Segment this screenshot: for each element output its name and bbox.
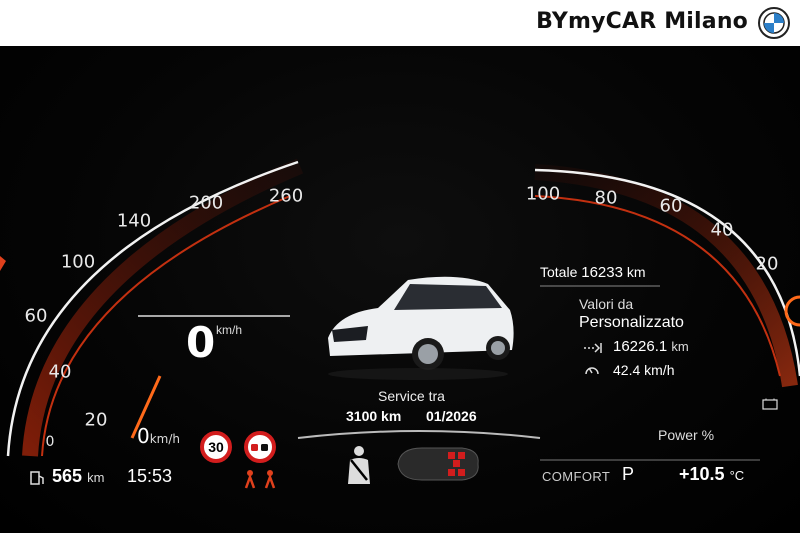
range-value: 565 xyxy=(52,466,83,486)
trip-distance-unit: km xyxy=(671,339,689,354)
range-readout: 565 km xyxy=(52,466,104,487)
values-from-label: Valori da xyxy=(579,296,634,312)
trip-distance-value: 16226.1 xyxy=(613,338,668,355)
power-label: Power % xyxy=(658,427,715,443)
speed-tick: 40 xyxy=(48,361,72,383)
speed-limit-sign: 30 xyxy=(200,431,232,463)
trip-distance-icon xyxy=(584,343,602,353)
dealer-name: BYmyCAR Milano xyxy=(536,9,748,34)
service-title: Service tra xyxy=(378,388,445,404)
trip-distance: 16226.1 km xyxy=(613,338,689,355)
car-topview-icon xyxy=(397,447,479,481)
average-speed: 42.4 km/h xyxy=(613,362,674,378)
speed-tick-zero: 0 xyxy=(45,434,55,450)
speed-readout: 0km/h xyxy=(137,424,180,448)
speed-tick: 100 xyxy=(60,251,96,273)
power-tick: 60 xyxy=(659,195,683,217)
speed-unit: km/h xyxy=(216,323,243,337)
odometer-label: Totale xyxy=(540,264,578,280)
top-banner: BYmyCAR Milano xyxy=(0,0,800,46)
power-tick: 80 xyxy=(594,187,618,209)
right-edge-marker xyxy=(784,295,800,327)
battery-icon xyxy=(762,398,778,410)
speed-tick: 260 xyxy=(268,185,304,207)
instrument-cluster: 20 40 60 100 140 200 260 0 0 km/h 0km/h … xyxy=(0,46,800,533)
bmw-roundel-icon xyxy=(758,7,790,39)
service-date: 01/2026 xyxy=(426,408,477,424)
average-speed-icon xyxy=(585,367,599,375)
speed-tick: 20 xyxy=(84,409,108,431)
speed-tick: 200 xyxy=(188,192,224,214)
average-speed-value: 42.4 xyxy=(613,362,641,378)
fuel-pump-icon xyxy=(30,471,44,485)
outside-temperature: +10.5 °C xyxy=(679,464,744,485)
current-speed: 0 xyxy=(186,318,216,367)
speed-tick: 140 xyxy=(116,210,152,232)
car-icon xyxy=(328,276,514,380)
clock: 15:53 xyxy=(127,466,173,486)
lane-assist-icon xyxy=(244,470,276,489)
drive-mode: COMFORT xyxy=(542,469,611,484)
speedometer-outer-arc xyxy=(6,160,299,457)
temperature-value: +10.5 xyxy=(679,464,725,484)
left-edge-marker xyxy=(0,256,6,271)
odometer: Totale 16233 km xyxy=(540,264,646,281)
speed-readout-unit: km/h xyxy=(149,432,181,446)
speed-readout-value: 0 xyxy=(137,424,150,448)
average-speed-unit: km/h xyxy=(644,362,675,378)
gear-indicator: P xyxy=(622,464,635,484)
no-overtaking-icon xyxy=(244,431,276,463)
power-tick: 40 xyxy=(710,219,734,241)
center-bottom-divider xyxy=(297,430,541,439)
range-unit: km xyxy=(87,470,105,485)
temperature-unit: °C xyxy=(729,468,745,483)
seatbelt-icon xyxy=(348,446,370,484)
service-km: 3100 km xyxy=(346,408,402,424)
odometer-value: 16233 xyxy=(581,264,623,281)
trip-mode: Personalizzato xyxy=(579,314,684,331)
odometer-unit: km xyxy=(626,264,646,280)
power-tick: 20 xyxy=(755,253,779,275)
speed-tick: 60 xyxy=(24,305,48,327)
speed-limit-value: 30 xyxy=(208,439,224,455)
power-tick: 100 xyxy=(525,183,561,205)
